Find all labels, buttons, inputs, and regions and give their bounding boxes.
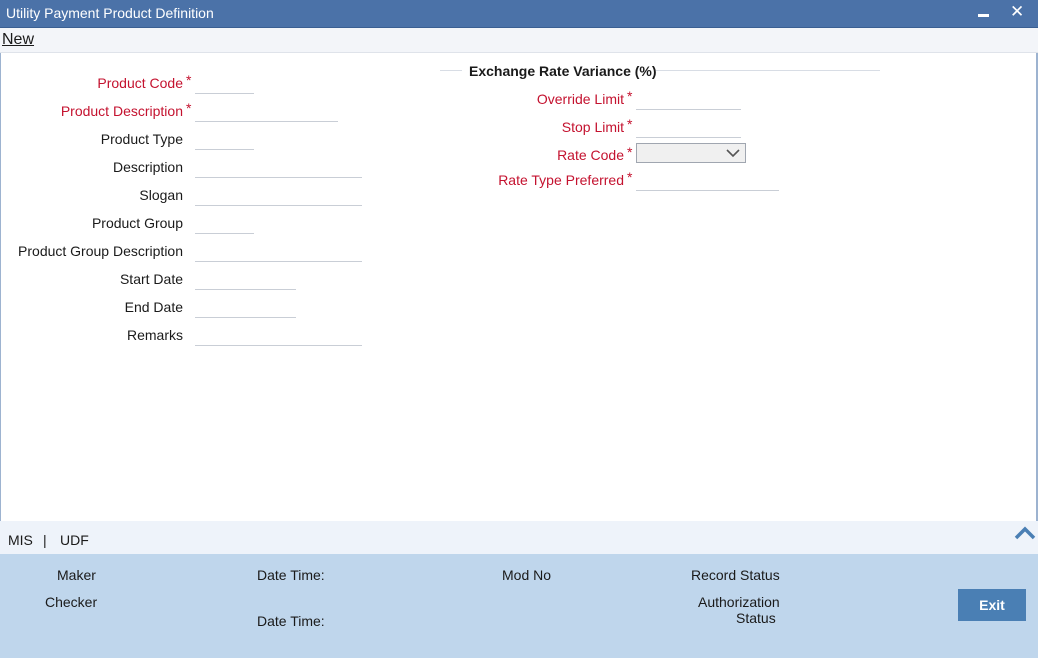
tab-mis[interactable]: MIS [8, 532, 33, 548]
subscreen-tabs: MIS | UDF [0, 521, 1038, 554]
start-date-label: Start Date [119, 271, 183, 287]
maker-date-time-label: Date Time: [257, 567, 325, 583]
record-status-label: Record Status [691, 567, 780, 583]
tab-udf[interactable]: UDF [60, 532, 89, 548]
product-type-input[interactable] [195, 128, 254, 150]
required-star: * [627, 169, 633, 185]
chevron-up-icon[interactable] [1014, 526, 1036, 543]
section-divider [656, 70, 880, 71]
rate-type-preferred-label: Rate Type Preferred [498, 172, 624, 188]
required-star: * [627, 88, 633, 104]
required-star: * [627, 116, 633, 132]
minimize-icon[interactable] [978, 1, 989, 17]
toolbar: New [0, 28, 1038, 53]
required-star: * [186, 100, 192, 116]
end-date-label: End Date [124, 299, 183, 315]
close-icon[interactable]: ✕ [1010, 1, 1024, 23]
remarks-input[interactable] [195, 324, 362, 346]
stop-limit-label: Stop Limit [561, 119, 624, 135]
product-group-description-label: Product Group Description [18, 243, 183, 259]
required-star: * [186, 72, 192, 88]
product-group-label: Product Group [91, 215, 183, 231]
product-type-label: Product Type [100, 131, 183, 147]
remarks-label: Remarks [126, 327, 183, 343]
title-bar: Utility Payment Product Definition ✕ [0, 0, 1038, 28]
mod-no-label: Mod No [502, 567, 552, 583]
rate-code-label: Rate Code [557, 147, 624, 163]
product-description-input[interactable] [195, 100, 338, 122]
product-group-input[interactable] [195, 212, 254, 234]
required-star: * [627, 144, 633, 160]
product-description-label: Product Description [60, 103, 183, 119]
end-date-input[interactable] [195, 296, 296, 318]
start-date-input[interactable] [195, 268, 296, 290]
slogan-label: Slogan [139, 187, 183, 203]
section-divider [440, 70, 462, 71]
left-border [0, 53, 1, 521]
slogan-input[interactable] [195, 184, 362, 206]
override-limit-label: Override Limit [536, 91, 624, 107]
override-limit-input[interactable] [636, 88, 741, 110]
product-code-label: Product Code [97, 75, 183, 91]
stop-limit-input[interactable] [636, 116, 741, 138]
new-link[interactable]: New [2, 31, 34, 49]
tab-separator: | [43, 532, 47, 548]
product-code-input[interactable] [195, 72, 254, 94]
exit-button[interactable]: Exit [958, 589, 1026, 621]
rate-type-preferred-input[interactable] [636, 169, 779, 191]
authorization-status-label: Authorization [698, 594, 780, 610]
chevron-down-icon [725, 146, 741, 163]
checker-label: Checker [45, 594, 98, 610]
window-title: Utility Payment Product Definition [6, 5, 214, 21]
product-group-description-input[interactable] [195, 240, 362, 262]
authorization-status-label-line2: Status [736, 610, 776, 626]
maker-label: Maker [57, 567, 96, 583]
description-label: Description [112, 159, 183, 175]
exchange-rate-section-title: Exchange Rate Variance (%) [469, 63, 657, 79]
checker-date-time-label: Date Time: [257, 613, 325, 629]
description-input[interactable] [195, 156, 362, 178]
rate-code-select[interactable] [636, 143, 746, 163]
